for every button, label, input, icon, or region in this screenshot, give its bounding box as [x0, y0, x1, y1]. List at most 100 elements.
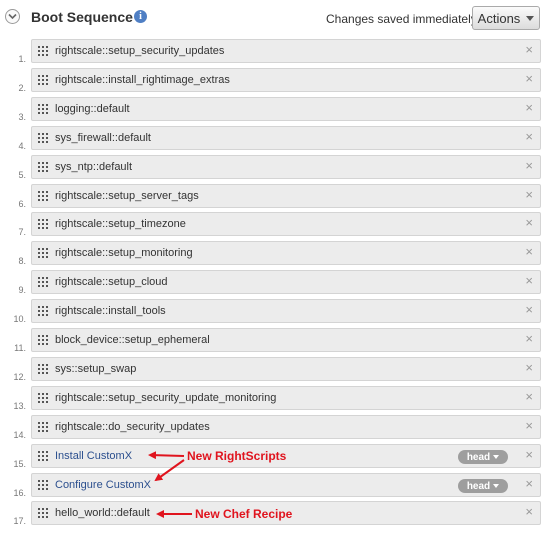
revision-dropdown[interactable]: head [458, 479, 508, 493]
recipe-label: rightscale::setup_timezone [55, 218, 186, 230]
close-icon[interactable]: × [525, 390, 533, 404]
list-item[interactable]: 1. rightscale::setup_security_updates × [0, 39, 550, 64]
drag-handle-icon[interactable] [38, 191, 48, 201]
list-item[interactable]: 2. rightscale::install_rightimage_extras × [0, 68, 550, 93]
close-icon[interactable]: × [525, 505, 533, 519]
drag-handle-icon[interactable] [38, 393, 48, 403]
caret-down-icon [493, 484, 500, 488]
close-icon[interactable]: × [525, 101, 533, 115]
recipe-box[interactable]: rightscale::setup_security_updates × [31, 39, 541, 63]
close-icon[interactable]: × [525, 448, 533, 462]
recipe-box[interactable]: logging::default × [31, 97, 541, 121]
recipe-box[interactable]: sys_ntp::default × [31, 155, 541, 179]
recipe-box[interactable]: rightscale::setup_security_update_monito… [31, 386, 541, 410]
item-number: 8. [18, 256, 26, 266]
list-item[interactable]: 6. rightscale::setup_server_tags × [0, 184, 550, 209]
recipe-box[interactable]: rightscale::install_tools × [31, 299, 541, 323]
recipe-box[interactable]: rightscale::setup_monitoring × [31, 241, 541, 265]
list-item[interactable]: 3. logging::default × [0, 97, 550, 122]
list-item[interactable]: 9. rightscale::setup_cloud × [0, 270, 550, 295]
recipe-label: logging::default [55, 103, 130, 115]
recipe-box[interactable]: sys_firewall::default × [31, 126, 541, 150]
item-number: 13. [13, 401, 26, 411]
collapse-toggle-button[interactable] [5, 9, 20, 24]
chevron-down-icon [8, 13, 17, 20]
drag-handle-icon[interactable] [38, 104, 48, 114]
page-title: Boot Sequence [31, 9, 133, 25]
drag-handle-icon[interactable] [38, 133, 48, 143]
close-icon[interactable]: × [525, 188, 533, 202]
list-item[interactable]: 13. rightscale::setup_security_update_mon… [0, 386, 550, 411]
caret-down-icon [493, 455, 500, 459]
list-item[interactable]: 10. rightscale::install_tools × [0, 299, 550, 324]
list-item[interactable]: 16. Configure CustomX head × [0, 473, 550, 498]
item-number: 6. [18, 199, 26, 209]
recipe-box[interactable]: rightscale::do_security_updates × [31, 415, 541, 439]
recipe-box[interactable]: rightscale::install_rightimage_extras × [31, 68, 541, 92]
drag-handle-icon[interactable] [38, 248, 48, 258]
recipe-label: rightscale::setup_cloud [55, 276, 168, 288]
actions-label: Actions [477, 10, 521, 26]
close-icon[interactable]: × [525, 419, 533, 433]
info-icon[interactable]: i [134, 10, 147, 23]
drag-handle-icon[interactable] [38, 508, 48, 518]
list-item[interactable]: 5. sys_ntp::default × [0, 155, 550, 180]
annotation-new-chef-recipe: New Chef Recipe [195, 507, 293, 521]
item-number: 10. [13, 314, 26, 324]
drag-handle-icon[interactable] [38, 75, 48, 85]
list-item[interactable]: 4. sys_firewall::default × [0, 126, 550, 151]
rightscript-link[interactable]: Configure CustomX [55, 479, 151, 491]
item-number: 5. [18, 170, 26, 180]
close-icon[interactable]: × [525, 216, 533, 230]
drag-handle-icon[interactable] [38, 422, 48, 432]
list-item[interactable]: 14. rightscale::do_security_updates × [0, 415, 550, 440]
close-icon[interactable]: × [525, 130, 533, 144]
recipe-label: rightscale::setup_server_tags [55, 190, 199, 202]
recipe-label: rightscale::do_security_updates [55, 421, 210, 433]
recipe-box[interactable]: rightscale::setup_cloud × [31, 270, 541, 294]
recipe-box[interactable]: Configure CustomX head × [31, 473, 541, 497]
drag-handle-icon[interactable] [38, 480, 48, 490]
drag-handle-icon[interactable] [38, 162, 48, 172]
caret-down-icon [526, 15, 535, 21]
list-item[interactable]: 11. block_device::setup_ephemeral × [0, 328, 550, 353]
recipe-box[interactable]: block_device::setup_ephemeral × [31, 328, 541, 352]
close-icon[interactable]: × [525, 245, 533, 259]
drag-handle-icon[interactable] [38, 451, 48, 461]
close-icon[interactable]: × [525, 332, 533, 346]
close-icon[interactable]: × [525, 477, 533, 491]
list-item[interactable]: 7. rightscale::setup_timezone × [0, 212, 550, 237]
close-icon[interactable]: × [525, 274, 533, 288]
recipe-box[interactable]: sys::setup_swap × [31, 357, 541, 381]
item-number: 17. [13, 516, 26, 526]
close-icon[interactable]: × [525, 159, 533, 173]
item-number: 4. [18, 141, 26, 151]
drag-handle-icon[interactable] [38, 306, 48, 316]
rightscript-link[interactable]: Install CustomX [55, 450, 132, 462]
recipe-box[interactable]: rightscale::setup_server_tags × [31, 184, 541, 208]
item-number: 12. [13, 372, 26, 382]
drag-handle-icon[interactable] [38, 219, 48, 229]
save-status-text: Changes saved immediately [326, 12, 477, 26]
recipe-label: rightscale::setup_security_updates [55, 45, 225, 57]
recipe-label: rightscale::setup_security_update_monito… [55, 392, 277, 404]
drag-handle-icon[interactable] [38, 335, 48, 345]
close-icon[interactable]: × [525, 361, 533, 375]
close-icon[interactable]: × [525, 43, 533, 57]
item-number: 2. [18, 83, 26, 93]
recipe-label: hello_world::default [55, 507, 150, 519]
annotation-new-rightscripts: New RightScripts [187, 449, 287, 463]
list-item[interactable]: 12. sys::setup_swap × [0, 357, 550, 382]
actions-dropdown-button[interactable]: Actions [472, 6, 540, 30]
drag-handle-icon[interactable] [38, 277, 48, 287]
revision-dropdown[interactable]: head [458, 450, 508, 464]
close-icon[interactable]: × [525, 72, 533, 86]
recipe-box[interactable]: rightscale::setup_timezone × [31, 212, 541, 236]
drag-handle-icon[interactable] [38, 46, 48, 56]
list-item[interactable]: 8. rightscale::setup_monitoring × [0, 241, 550, 266]
item-number: 7. [18, 227, 26, 237]
item-number: 14. [13, 430, 26, 440]
drag-handle-icon[interactable] [38, 364, 48, 374]
close-icon[interactable]: × [525, 303, 533, 317]
item-number: 1. [18, 54, 26, 64]
